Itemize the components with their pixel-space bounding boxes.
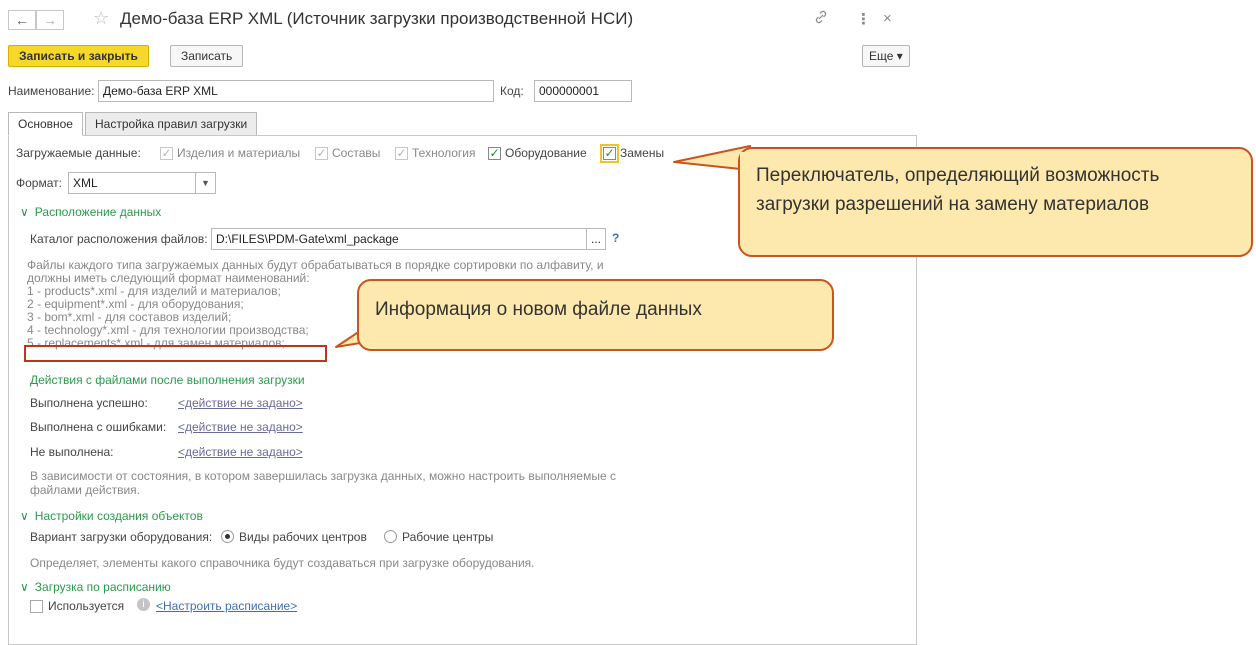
radio-work-centers-label: Рабочие центры — [402, 530, 494, 544]
failed-action-link[interactable]: <действие не задано> — [178, 445, 303, 459]
checkbox-products-label: Изделия и материалы — [177, 146, 301, 160]
forward-button[interactable]: → — [36, 10, 64, 30]
checkbox-replacements-label: Замены — [620, 146, 665, 160]
checkbox-products[interactable]: ✓ — [160, 147, 173, 160]
location-section-header[interactable]: ∨ Расположение данных — [20, 205, 161, 219]
format-field[interactable]: XML — [68, 172, 196, 194]
favorite-star-icon[interactable]: ☆ — [93, 8, 109, 29]
checkbox-bom[interactable]: ✓ — [315, 147, 328, 160]
format-label: Формат: — [16, 176, 62, 190]
checkbox-equipment-label: Оборудование — [505, 146, 587, 160]
format-dropdown-button[interactable]: ▼ — [195, 172, 216, 194]
schedule-used-label: Используется — [48, 599, 125, 613]
forward-arrow-icon: → — [43, 12, 57, 28]
schedule-section-header[interactable]: ∨ Загрузка по расписанию — [20, 580, 171, 594]
tab-main[interactable]: Основное — [8, 112, 83, 136]
callout-pointer-mask — [740, 152, 754, 166]
back-arrow-icon: ← — [15, 12, 29, 28]
radio-work-centers[interactable] — [384, 530, 397, 543]
name-field[interactable]: Демо-база ERP XML — [98, 80, 494, 102]
link-icon[interactable] — [814, 10, 828, 27]
success-action-link[interactable]: <действие не задано> — [178, 396, 303, 410]
code-field[interactable]: 000000001 — [534, 80, 632, 102]
location-section-title: Расположение данных — [34, 205, 162, 219]
radio-work-center-types-label: Виды рабочих центров — [239, 530, 367, 544]
actions-note: В зависимости от состояния, в котором за… — [30, 469, 616, 497]
info-circle-icon: i — [137, 598, 150, 611]
new-file-highlight-box — [24, 345, 327, 362]
callout-info-text: Информация о новом файле данных — [375, 299, 702, 320]
actions-section-title: Действия с файлами после выполнения загр… — [30, 373, 305, 387]
callout-switch: Переключатель, определяющий возможность … — [738, 147, 1253, 257]
objects-note: Определяет, элементы какого справочника … — [30, 556, 535, 570]
failed-label: Не выполнена: — [30, 445, 114, 459]
setup-schedule-link[interactable]: <Настроить расписание> — [156, 599, 297, 613]
tab-load-rules[interactable]: Настройка правил загрузки — [85, 112, 258, 136]
variant-label: Вариант загрузки оборудования: — [30, 530, 213, 544]
success-label: Выполнена успешно: — [30, 396, 148, 410]
back-button[interactable]: ← — [8, 10, 36, 30]
objects-section-title: Настройки создания объектов — [34, 509, 203, 523]
window-title: Демо-база ERP XML (Источник загрузки про… — [120, 9, 634, 28]
save-and-close-button[interactable]: Записать и закрыть — [8, 45, 149, 67]
errors-label: Выполнена с ошибками: — [30, 420, 167, 434]
catalog-field[interactable]: D:\FILES\PDM-Gate\xml_package — [211, 228, 587, 250]
loaded-data-label: Загружаемые данные: — [16, 146, 141, 160]
collapse-chevron-icon: ∨ — [20, 205, 29, 219]
radio-work-center-types[interactable] — [221, 530, 234, 543]
checkbox-bom-label: Составы — [332, 146, 381, 160]
help-icon[interactable]: ? — [612, 231, 619, 245]
code-label: Код: — [500, 84, 524, 98]
collapse-chevron-icon: ∨ — [20, 509, 29, 523]
catalog-label: Каталог расположения файлов: — [30, 232, 208, 246]
collapse-chevron-icon: ∨ — [20, 580, 29, 594]
checkbox-technology[interactable]: ✓ — [395, 147, 408, 160]
errors-action-link[interactable]: <действие не задано> — [178, 420, 303, 434]
callout-info: Информация о новом файле данных — [357, 279, 834, 351]
save-button[interactable]: Записать — [170, 45, 244, 67]
checkbox-replacements[interactable]: ✓ — [600, 144, 619, 163]
note-line: файлами действия. — [30, 483, 140, 497]
schedule-used-checkbox[interactable] — [30, 600, 43, 613]
objects-section-header[interactable]: ∨ Настройки создания объектов — [20, 509, 203, 523]
callout-pointer-mask — [359, 315, 371, 334]
chevron-down-icon: ▼ — [201, 178, 210, 188]
note-line: В зависимости от состояния, в котором за… — [30, 469, 616, 483]
callout-switch-text: Переключатель, определяющий возможность … — [756, 165, 1160, 215]
browse-button[interactable]: ... — [586, 228, 606, 250]
more-actions-icon[interactable]: ⋮ — [856, 10, 871, 28]
checkbox-technology-label: Технология — [412, 146, 476, 160]
close-icon[interactable]: × — [883, 10, 892, 27]
checkbox-equipment[interactable]: ✓ — [488, 147, 501, 160]
name-label: Наименование: — [8, 84, 95, 98]
more-button[interactable]: Еще ▾ — [862, 45, 910, 67]
schedule-section-title: Загрузка по расписанию — [34, 580, 171, 594]
